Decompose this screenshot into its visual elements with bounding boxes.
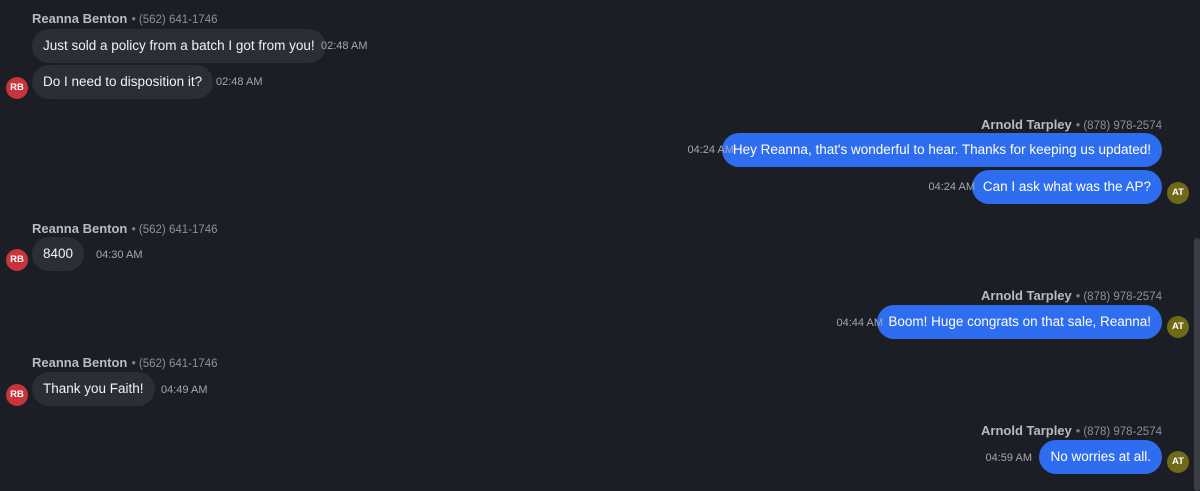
sender-phone: (562) 641-1746: [138, 224, 218, 236]
avatar[interactable]: AT: [1167, 451, 1189, 473]
message-bubble[interactable]: Hey Reanna, that's wonderful to hear. Th…: [721, 133, 1162, 167]
sender-phone: (562) 641-1746: [138, 14, 218, 26]
sender-name: Arnold Tarpley: [981, 117, 1072, 132]
chat-thread: Reanna Benton • (562) 641-1746 Just sold a…: [0, 0, 1200, 491]
message-time: 02:48 AM: [321, 40, 368, 52]
message-bubble[interactable]: Do I need to disposition it?: [32, 65, 214, 99]
message-time: 04:44 AM: [836, 317, 883, 329]
separator-dot: •: [1075, 423, 1081, 438]
avatar[interactable]: RB: [6, 249, 28, 271]
message-time: 02:48 AM: [216, 76, 263, 88]
sender-phone: (562) 641-1746: [138, 358, 218, 370]
separator-dot: •: [131, 221, 136, 236]
sender-name: Arnold Tarpley: [981, 288, 1072, 303]
sender-phone: (878) 978-2574: [1083, 120, 1162, 132]
message-time: 04:24 AM: [687, 144, 734, 156]
sender-phone: (878) 978-2574: [1083, 291, 1162, 303]
avatar[interactable]: AT: [1167, 182, 1189, 204]
separator-dot: •: [1075, 288, 1081, 303]
sender-name: Reanna Benton: [32, 355, 128, 370]
sender-name: Reanna Benton: [32, 221, 128, 236]
avatar[interactable]: RB: [6, 384, 28, 406]
message-header: Reanna Benton • (562) 641-1746: [32, 11, 218, 28]
message-bubble[interactable]: Can I ask what was the AP?: [971, 170, 1162, 204]
message-bubble[interactable]: Thank you Faith!: [32, 372, 155, 406]
sender-name: Arnold Tarpley: [981, 423, 1072, 438]
sender-phone: (878) 978-2574: [1083, 426, 1162, 438]
avatar[interactable]: AT: [1167, 316, 1189, 338]
message-time: 04:59 AM: [985, 452, 1032, 464]
message-header: Reanna Benton • (562) 641-1746: [32, 221, 218, 238]
message-bubble[interactable]: 8400: [32, 237, 85, 271]
scrollbar[interactable]: [1194, 238, 1200, 491]
message-time: 04:24 AM: [928, 181, 975, 193]
message-time: 04:30 AM: [96, 249, 143, 261]
message-header: Reanna Benton • (562) 641-1746: [32, 355, 218, 372]
message-bubble[interactable]: Just sold a policy from a batch I got fr…: [32, 29, 326, 63]
separator-dot: •: [131, 355, 136, 370]
message-bubble[interactable]: No worries at all.: [1039, 440, 1162, 474]
separator-dot: •: [1075, 117, 1081, 132]
avatar[interactable]: RB: [6, 77, 28, 99]
message-bubble[interactable]: Boom! Huge congrats on that sale, Reanna…: [877, 305, 1162, 339]
message-header: Arnold Tarpley • (878) 978-2574: [981, 117, 1162, 134]
separator-dot: •: [131, 11, 136, 26]
message-header: Arnold Tarpley • (878) 978-2574: [981, 423, 1162, 440]
message-header: Arnold Tarpley • (878) 978-2574: [981, 288, 1162, 305]
message-time: 04:49 AM: [161, 384, 208, 396]
sender-name: Reanna Benton: [32, 11, 128, 26]
